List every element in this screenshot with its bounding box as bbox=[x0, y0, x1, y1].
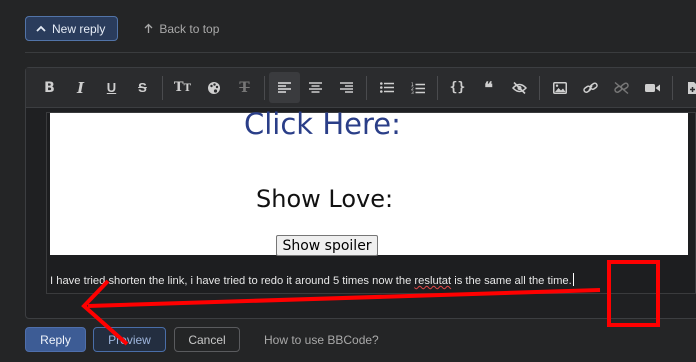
message-text-part1: I have tried shorten the link, i have tr… bbox=[50, 275, 415, 287]
video-icon[interactable] bbox=[637, 72, 668, 103]
embedded-post-preview: Click Here: Show Love: Show spoiler bbox=[50, 107, 688, 256]
message-text[interactable]: I have tried shorten the link, i have tr… bbox=[50, 273, 574, 287]
link-icon[interactable] bbox=[575, 72, 606, 103]
preview-button[interactable]: Preview bbox=[93, 327, 166, 352]
svg-text:3: 3 bbox=[411, 90, 414, 94]
editor-content-area[interactable]: Click Here: Show Love: Show spoiler I ha… bbox=[46, 107, 696, 294]
reply-actions-bar: New reply Back to top bbox=[25, 16, 219, 41]
spoiler-icon[interactable] bbox=[504, 72, 535, 103]
misspelled-word: reslutat bbox=[414, 275, 452, 287]
chevron-up-icon bbox=[36, 25, 46, 32]
message-text-part2: is the same all the time. bbox=[451, 275, 572, 287]
italic-icon[interactable]: I bbox=[65, 72, 96, 103]
unlink-icon[interactable] bbox=[606, 72, 637, 103]
code-icon[interactable]: {} bbox=[442, 72, 473, 103]
quote-icon[interactable]: ❝ bbox=[473, 72, 504, 103]
new-reply-label: New reply bbox=[52, 21, 106, 36]
click-here-link[interactable]: Click Here: bbox=[244, 107, 401, 141]
toolbar-separator bbox=[366, 75, 367, 100]
toolbar-separator bbox=[264, 75, 265, 100]
new-reply-button[interactable]: New reply bbox=[25, 16, 119, 41]
back-to-top-link[interactable]: Back to top bbox=[144, 22, 219, 36]
cancel-button[interactable]: Cancel bbox=[174, 327, 240, 352]
reply-button[interactable]: Reply bbox=[25, 327, 86, 352]
text-color-icon[interactable] bbox=[198, 72, 229, 103]
bold-icon[interactable]: B bbox=[34, 72, 65, 103]
text-caret bbox=[572, 273, 574, 286]
editor-toolbar: B I U S TT T 123 {} ❝ bbox=[26, 68, 696, 108]
toolbar-separator bbox=[539, 75, 540, 100]
show-spoiler-button[interactable]: Show spoiler bbox=[276, 235, 378, 256]
underline-icon[interactable]: U bbox=[96, 72, 127, 103]
align-left-icon[interactable] bbox=[269, 72, 300, 103]
align-right-icon[interactable] bbox=[331, 72, 362, 103]
back-to-top-label: Back to top bbox=[159, 21, 220, 36]
show-love-heading: Show Love: bbox=[256, 185, 394, 213]
divider bbox=[25, 52, 696, 53]
insert-icon[interactable] bbox=[677, 72, 696, 103]
clear-format-icon[interactable]: T bbox=[229, 72, 260, 103]
text-size-icon[interactable]: TT bbox=[167, 72, 198, 103]
rich-text-editor: B I U S TT T 123 {} ❝ Click Here: Show L… bbox=[25, 67, 696, 319]
image-icon[interactable] bbox=[544, 72, 575, 103]
toolbar-separator bbox=[672, 75, 673, 100]
numbered-list-icon[interactable]: 123 bbox=[402, 72, 433, 103]
toolbar-separator bbox=[437, 75, 438, 100]
form-footer: Reply Preview Cancel How to use BBCode? bbox=[25, 327, 379, 352]
align-center-icon[interactable] bbox=[300, 72, 331, 103]
toolbar-separator bbox=[162, 75, 163, 100]
arrow-up-icon bbox=[144, 23, 153, 33]
strikethrough-icon[interactable]: S bbox=[127, 72, 158, 103]
bbcode-help-link[interactable]: How to use BBCode? bbox=[264, 333, 379, 347]
bullet-list-icon[interactable] bbox=[371, 72, 402, 103]
